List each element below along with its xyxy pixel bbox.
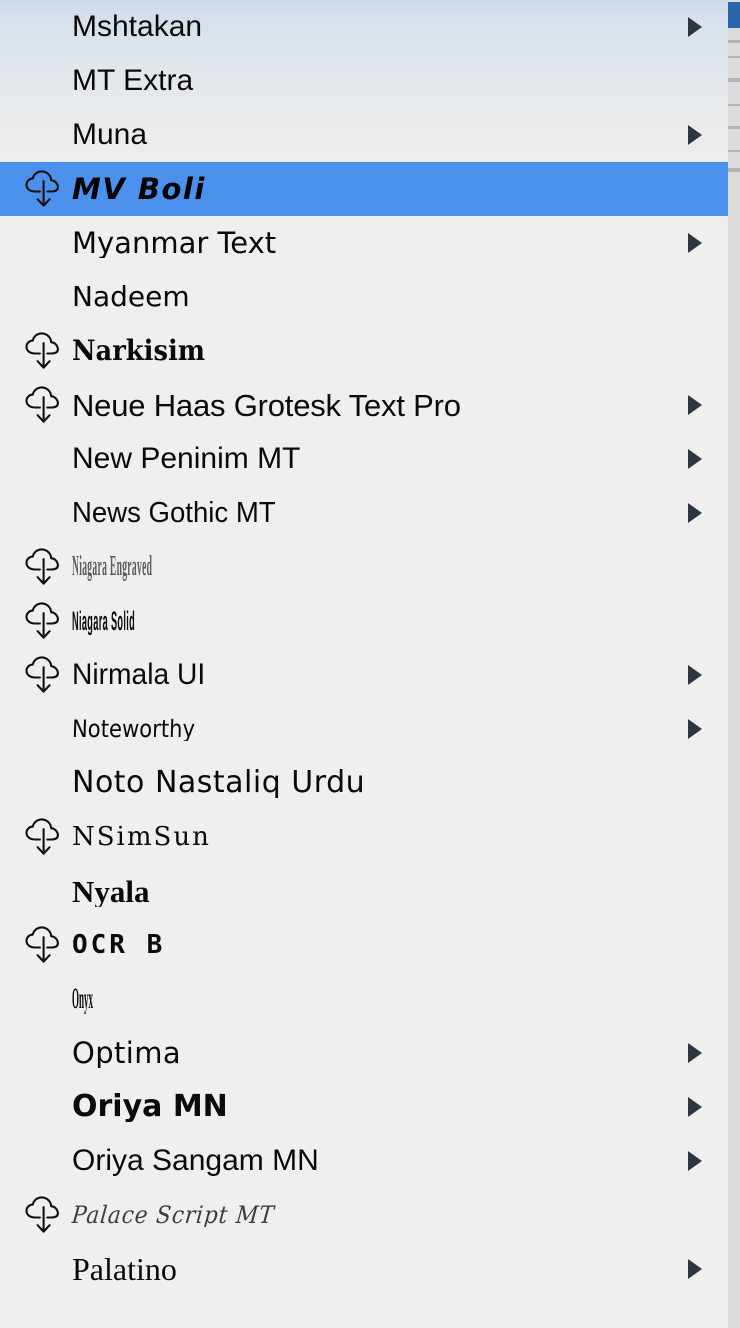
font-item-label: MV Boli [72, 174, 206, 204]
font-menu-item[interactable]: Onyx [0, 972, 728, 1026]
font-item-label: NSimSun [72, 824, 211, 850]
font-menu-item[interactable]: Niagara Solid [0, 594, 728, 648]
cloud-download-icon[interactable] [22, 654, 64, 696]
font-menu-item[interactable]: Narkisim [0, 324, 728, 378]
submenu-arrow-icon[interactable] [682, 1134, 708, 1188]
font-item-icon-slot [22, 972, 72, 1026]
font-menu-item[interactable]: OCR B [0, 918, 728, 972]
font-menu-item[interactable]: Palace Script MT [0, 1188, 728, 1242]
font-item-label: Myanmar Text [72, 228, 277, 258]
font-item-icon-slot [22, 216, 72, 270]
cloud-download-icon[interactable] [22, 1194, 64, 1236]
font-item-icon-slot [22, 594, 72, 648]
font-menu-item[interactable]: News Gothic MT [0, 486, 728, 540]
cloud-download-icon[interactable] [22, 816, 64, 858]
font-item-icon-slot [22, 1026, 72, 1080]
font-menu-item[interactable]: Nadeem [0, 270, 728, 324]
font-menu-item[interactable]: Niagara Engraved [0, 540, 728, 594]
cloud-download-icon[interactable] [22, 384, 64, 426]
submenu-arrow-icon[interactable] [682, 0, 708, 54]
font-item-icon-slot [22, 918, 72, 972]
font-menu-item[interactable]: Mshtakan [0, 0, 728, 54]
font-item-icon-slot [22, 1188, 72, 1242]
cloud-download-icon[interactable] [22, 330, 64, 372]
font-item-label: Muna [72, 120, 148, 150]
font-menu-item[interactable]: Myanmar Text [0, 216, 728, 270]
font-menu-item[interactable]: NSimSun [0, 810, 728, 864]
font-item-icon-slot [22, 432, 72, 486]
submenu-arrow-icon[interactable] [682, 216, 708, 270]
cloud-download-icon[interactable] [22, 600, 64, 642]
font-item-label: Onyx [72, 984, 94, 1014]
font-menu-item[interactable]: Oriya Sangam MN [0, 1134, 728, 1188]
font-menu-item[interactable]: Noteworthy [0, 702, 728, 756]
font-item-icon-slot [22, 648, 72, 702]
font-item-icon-slot [22, 324, 72, 378]
font-item-icon-slot [22, 702, 72, 756]
font-menu-item[interactable]: Optima [0, 1026, 728, 1080]
font-menu-item[interactable]: Nirmala UI [0, 648, 728, 702]
submenu-arrow-icon[interactable] [682, 1080, 708, 1134]
font-item-icon-slot [22, 0, 72, 54]
font-item-label: Niagara Engraved [72, 553, 153, 581]
font-item-icon-slot [22, 54, 72, 108]
font-picker-screen: Mshtakan MT Extra Muna MV Boli Myanmar Text N… [0, 0, 740, 1328]
font-item-icon-slot [22, 270, 72, 324]
font-item-label: Nirmala UI [72, 660, 206, 690]
submenu-arrow-icon[interactable] [682, 432, 708, 486]
submenu-arrow-icon[interactable] [682, 1242, 708, 1296]
font-item-label: Noteworthy [71, 717, 196, 741]
font-item-label: OCR B [72, 932, 166, 958]
cloud-download-icon[interactable] [22, 546, 64, 588]
font-item-label: Oriya MN [72, 1092, 228, 1122]
cloud-download-icon[interactable] [22, 168, 64, 210]
font-menu-item[interactable]: Noto Nastaliq Urdu [0, 756, 728, 810]
submenu-arrow-icon[interactable] [682, 1026, 708, 1080]
cloud-download-icon[interactable] [22, 924, 64, 966]
font-menu-item[interactable]: Palatino [0, 1242, 728, 1296]
font-item-icon-slot [22, 756, 72, 810]
submenu-arrow-icon[interactable] [682, 648, 708, 702]
font-item-label: Mshtakan [72, 12, 203, 42]
font-menu-item[interactable]: Nyala [0, 864, 728, 918]
font-item-label: Palatino [72, 1253, 177, 1285]
font-item-label: Oriya Sangam MN [72, 1146, 319, 1176]
font-item-label: News Gothic MT [72, 498, 276, 528]
font-item-label: Noto Nastaliq Urdu [72, 768, 366, 798]
font-item-label: Nyala [72, 875, 150, 907]
submenu-arrow-icon[interactable] [682, 702, 708, 756]
font-item-icon-slot [22, 1242, 72, 1296]
font-item-label: Palace Script MT [70, 1203, 276, 1227]
font-item-label: Neue Haas Grotesk Text Pro [72, 389, 461, 421]
submenu-arrow-icon[interactable] [682, 108, 708, 162]
font-item-icon-slot [22, 486, 72, 540]
font-menu-item[interactable]: Muna [0, 108, 728, 162]
font-item-icon-slot [22, 162, 72, 216]
submenu-arrow-icon[interactable] [682, 486, 708, 540]
font-menu-item[interactable]: Oriya MN [0, 1080, 728, 1134]
font-item-icon-slot [22, 108, 72, 162]
font-item-label: New Peninim MT [72, 444, 301, 474]
font-menu-item[interactable]: Neue Haas Grotesk Text Pro [0, 378, 728, 432]
font-item-icon-slot [22, 810, 72, 864]
font-menu-item[interactable]: MT Extra [0, 54, 728, 108]
font-item-label: Nadeem [72, 283, 190, 311]
font-item-label: Narkisim [72, 337, 205, 365]
font-family-menu[interactable]: Mshtakan MT Extra Muna MV Boli Myanmar Text N… [0, 0, 728, 1328]
font-item-label: Niagara Solid [72, 607, 136, 635]
font-item-label: Optima [72, 1038, 182, 1068]
font-item-icon-slot [22, 378, 72, 432]
font-item-icon-slot [22, 540, 72, 594]
font-item-label: MT Extra [72, 66, 194, 96]
font-item-icon-slot [22, 1134, 72, 1188]
submenu-arrow-icon[interactable] [682, 378, 708, 432]
font-menu-item[interactable]: MV Boli [0, 162, 728, 216]
background-window-titlebar-accent [726, 2, 740, 28]
font-menu-item[interactable]: New Peninim MT [0, 432, 728, 486]
font-item-icon-slot [22, 864, 72, 918]
font-item-icon-slot [22, 1080, 72, 1134]
